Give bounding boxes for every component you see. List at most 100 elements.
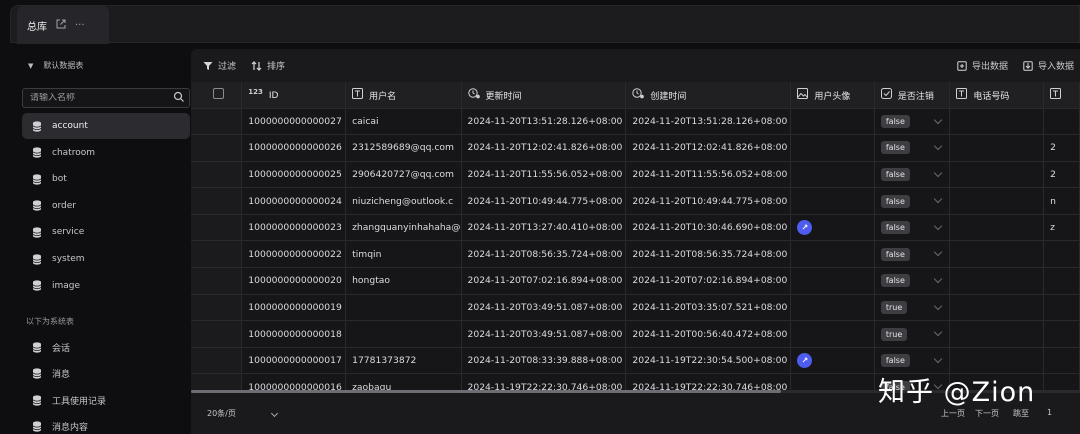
id-cell[interactable]: 1000000000000022 bbox=[241, 240, 347, 269]
table-row[interactable]: 1000000000000026 2312589689@qq.com 2024-11… bbox=[191, 134, 1080, 162]
column-header[interactable] bbox=[1043, 82, 1080, 109]
avatar-cell[interactable] bbox=[790, 161, 875, 189]
table-row[interactable]: 1000000000000023 zhangquanyinhahaha@ 2024-… bbox=[191, 214, 1080, 242]
extra-cell[interactable] bbox=[1043, 373, 1080, 390]
created-at-cell[interactable]: 2024-11-20T07:02:16.894+08:00 bbox=[625, 267, 792, 295]
sidebar-item-service[interactable]: service bbox=[22, 219, 190, 245]
row-select-cell[interactable] bbox=[191, 373, 243, 390]
created-at-cell[interactable]: 2024-11-20T03:35:07.521+08:00 bbox=[625, 294, 792, 322]
table-row[interactable]: 1000000000000018 2024-11-20T03:49:51.087+… bbox=[191, 320, 1080, 348]
scrollbar-thumb[interactable] bbox=[191, 390, 781, 393]
extra-cell[interactable]: 2 bbox=[1043, 134, 1080, 162]
avatar-cell[interactable] bbox=[790, 320, 875, 348]
extra-cell[interactable] bbox=[1043, 320, 1080, 348]
deleted-cell[interactable]: false bbox=[874, 161, 951, 189]
sidebar-item-会话[interactable]: 会话 bbox=[22, 334, 190, 360]
updated-at-cell[interactable]: 2024-11-20T13:51:28.126+08:00 bbox=[461, 108, 627, 136]
select-all-checkbox[interactable] bbox=[213, 87, 224, 99]
table-row[interactable]: 1000000000000025 2906420727@qq.com 2024-11… bbox=[191, 161, 1080, 189]
extra-cell[interactable] bbox=[1043, 108, 1080, 136]
extra-cell[interactable] bbox=[1043, 267, 1080, 295]
id-cell[interactable]: 1000000000000024 bbox=[241, 187, 347, 215]
username-cell[interactable]: 2312589689@qq.com bbox=[345, 134, 462, 162]
search-input[interactable] bbox=[30, 93, 160, 103]
avatar-cell[interactable] bbox=[790, 187, 875, 215]
column-header[interactable]: 123 ID bbox=[241, 82, 347, 109]
select-all-header[interactable] bbox=[191, 82, 243, 109]
id-cell[interactable]: 1000000000000020 bbox=[241, 267, 347, 295]
created-at-cell[interactable]: 2024-11-20T10:30:46.690+08:00 bbox=[625, 214, 792, 242]
search-icon[interactable] bbox=[173, 91, 185, 103]
username-cell[interactable]: 17781373872 bbox=[345, 347, 462, 375]
created-at-cell[interactable]: 2024-11-20T00:56:40.472+08:00 bbox=[625, 320, 792, 348]
tab-main[interactable]: 总库 ··· bbox=[17, 6, 109, 44]
updated-at-cell[interactable]: 2024-11-20T07:02:16.894+08:00 bbox=[461, 267, 627, 295]
deleted-cell[interactable]: false bbox=[874, 240, 951, 269]
username-cell[interactable] bbox=[345, 294, 462, 322]
row-select-cell[interactable] bbox=[191, 240, 243, 269]
id-cell[interactable]: 1000000000000019 bbox=[241, 294, 347, 322]
username-cell[interactable]: hongtao bbox=[345, 267, 462, 295]
created-at-cell[interactable]: 2024-11-20T08:56:35.724+08:00 bbox=[625, 240, 792, 269]
deleted-cell[interactable]: true bbox=[874, 294, 951, 322]
table-row[interactable]: 1000000000000020 hongtao 2024-11-20T07:02:… bbox=[191, 267, 1080, 295]
id-cell[interactable]: 1000000000000027 bbox=[241, 108, 347, 136]
phone-cell[interactable] bbox=[949, 134, 1045, 162]
column-header[interactable]: 是否注销 bbox=[874, 82, 951, 109]
column-header[interactable]: 创建时间 bbox=[625, 82, 792, 109]
updated-at-cell[interactable]: 2024-11-20T12:02:41.826+08:00 bbox=[461, 134, 627, 162]
updated-at-cell[interactable]: 2024-11-20T08:56:35.724+08:00 bbox=[461, 240, 627, 269]
avatar-cell[interactable] bbox=[790, 108, 875, 136]
created-at-cell[interactable]: 2024-11-19T22:30:54.500+08:00 bbox=[625, 347, 792, 375]
avatar-cell[interactable]: ↗ bbox=[790, 347, 875, 375]
sidebar-item-chatroom[interactable]: chatroom bbox=[22, 140, 190, 166]
db-selector[interactable]: ▼ 默认数据表 bbox=[28, 60, 83, 71]
table-row[interactable]: 1000000000000019 2024-11-20T03:49:51.087+… bbox=[191, 294, 1080, 322]
created-at-cell[interactable]: 2024-11-20T10:49:44.775+08:00 bbox=[625, 187, 792, 215]
updated-at-cell[interactable]: 2024-11-20T03:49:51.087+08:00 bbox=[461, 320, 627, 348]
extra-cell[interactable] bbox=[1043, 240, 1080, 269]
updated-at-cell[interactable]: 2024-11-20T10:49:44.775+08:00 bbox=[461, 187, 627, 215]
import-button[interactable]: 导入数据 bbox=[1023, 59, 1074, 72]
row-select-cell[interactable] bbox=[191, 267, 243, 295]
avatar-cell[interactable] bbox=[790, 373, 875, 390]
username-cell[interactable]: 2906420727@qq.com bbox=[345, 161, 462, 189]
sort-button[interactable]: 排序 bbox=[251, 59, 285, 72]
phone-cell[interactable] bbox=[949, 108, 1045, 136]
sidebar-item-消息[interactable]: 消息 bbox=[22, 361, 190, 387]
created-at-cell[interactable]: 2024-11-19T22:22:30.746+08:00 bbox=[625, 373, 792, 390]
extra-cell[interactable]: z bbox=[1043, 214, 1080, 242]
filter-button[interactable]: 过滤 bbox=[203, 59, 236, 72]
prev-page-button[interactable]: 上一页 bbox=[941, 408, 965, 419]
goto-page-input[interactable]: 1 bbox=[1047, 408, 1052, 419]
extra-cell[interactable]: n bbox=[1043, 187, 1080, 215]
id-cell[interactable]: 1000000000000025 bbox=[241, 161, 347, 189]
sidebar-item-消息内容[interactable]: 消息内容 bbox=[22, 414, 190, 434]
phone-cell[interactable] bbox=[949, 161, 1045, 189]
deleted-cell[interactable]: false bbox=[874, 267, 951, 295]
avatar-cell[interactable] bbox=[790, 134, 875, 162]
column-header[interactable]: 用户名 bbox=[345, 82, 462, 109]
extra-cell[interactable] bbox=[1043, 294, 1080, 322]
phone-cell[interactable] bbox=[949, 320, 1045, 348]
sidebar-item-system[interactable]: system bbox=[22, 246, 190, 272]
row-select-cell[interactable] bbox=[191, 294, 243, 322]
avatar-cell[interactable] bbox=[790, 267, 875, 295]
phone-cell[interactable] bbox=[949, 214, 1045, 242]
extra-cell[interactable] bbox=[1043, 347, 1080, 375]
sidebar-item-image[interactable]: image bbox=[22, 273, 190, 299]
sidebar-item-order[interactable]: order bbox=[22, 193, 190, 219]
table-search[interactable] bbox=[22, 88, 190, 108]
row-select-cell[interactable] bbox=[191, 214, 243, 242]
created-at-cell[interactable]: 2024-11-20T12:02:41.826+08:00 bbox=[625, 134, 792, 162]
phone-cell[interactable] bbox=[949, 240, 1045, 269]
id-cell[interactable]: 1000000000000016 bbox=[241, 373, 347, 390]
deleted-cell[interactable]: false bbox=[874, 134, 951, 162]
table-row[interactable]: 1000000000000022 timqin 2024-11-20T08:56:3… bbox=[191, 240, 1080, 269]
phone-cell[interactable] bbox=[949, 187, 1045, 215]
updated-at-cell[interactable]: 2024-11-20T03:49:51.087+08:00 bbox=[461, 294, 627, 322]
column-header[interactable]: 用户头像 bbox=[790, 82, 875, 109]
row-select-cell[interactable] bbox=[191, 320, 243, 348]
avatar-cell[interactable]: ↗ bbox=[790, 214, 875, 242]
username-cell[interactable]: timqin bbox=[345, 240, 462, 269]
